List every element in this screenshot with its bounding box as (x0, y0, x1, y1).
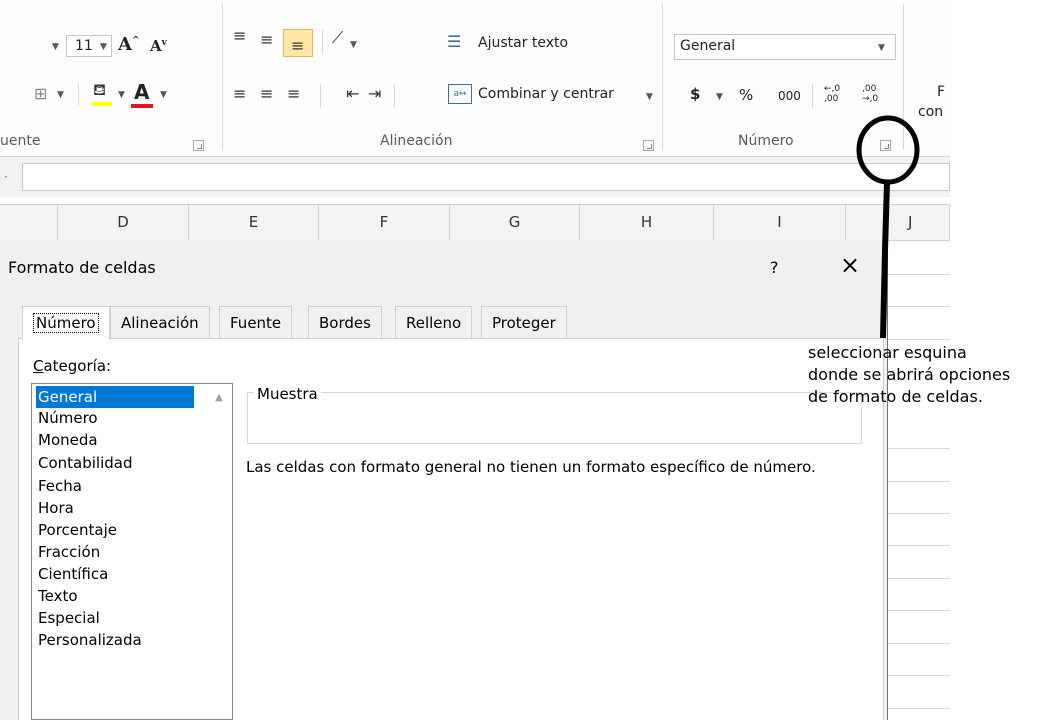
list-item[interactable]: Fracción (36, 541, 198, 563)
merge-center-icon: a↔ (448, 84, 472, 104)
align-middle-icon[interactable]: ≡ (260, 32, 273, 48)
annotation-line-1: seleccionar esquina (808, 343, 967, 362)
decrease-decimal-button[interactable]: ,00 →,0 (862, 84, 892, 104)
decrease-indent-icon[interactable]: ⇤ (346, 86, 359, 102)
list-item[interactable]: Personalizada (36, 629, 198, 651)
conditional-format-cutoff-1[interactable]: F (937, 84, 945, 100)
format-description: Las celdas con formato general no tienen… (246, 458, 816, 476)
formula-bar-handle: · (4, 170, 8, 184)
chevron-down-icon: ▼ (100, 42, 107, 52)
list-item[interactable]: Texto (36, 585, 198, 607)
sample-label: Muestra (254, 385, 321, 403)
chevron-down-icon[interactable]: ▼ (646, 92, 653, 102)
chevron-down-icon[interactable]: ▼ (118, 90, 125, 100)
currency-button[interactable]: $ (690, 85, 700, 103)
close-button[interactable]: × (840, 252, 860, 278)
font-size-select[interactable]: 11 ▼ (66, 35, 112, 57)
tab-proteger[interactable]: Proteger (481, 306, 567, 338)
chevron-down-icon[interactable]: ▼ (350, 40, 357, 50)
annotation-text: seleccionar esquina donde se abrirá opci… (808, 342, 1010, 408)
tab-fuente[interactable]: Fuente (219, 306, 293, 338)
list-item[interactable]: Porcentaje (36, 519, 198, 541)
column-header-i[interactable]: I (714, 205, 846, 240)
font-name-dropdown-arrow[interactable]: ▼ (52, 42, 59, 52)
chevron-down-icon: ▼ (878, 43, 885, 53)
percent-button[interactable]: % (739, 86, 753, 104)
align-center-icon[interactable]: ≡ (260, 86, 273, 102)
help-button[interactable]: ? (770, 258, 779, 277)
align-top-icon[interactable]: ≡ (233, 28, 246, 44)
dialog-title: Formato de celdas (8, 258, 156, 277)
borders-icon[interactable]: ⊞ (34, 86, 47, 102)
alignment-dialog-launcher[interactable] (643, 140, 654, 151)
number-group-label: Número (738, 133, 794, 149)
column-header-f[interactable]: F (319, 205, 450, 240)
formula-input[interactable] (22, 163, 950, 191)
fill-color-icon[interactable]: ⛾ (93, 82, 106, 98)
font-size-value: 11 (75, 38, 93, 54)
column-header-g[interactable]: G (450, 205, 580, 240)
shrink-font-button[interactable]: Av (150, 37, 167, 55)
merge-center-button[interactable]: Combinar y centrar (478, 86, 614, 102)
wrap-text-icon: ☰ (447, 32, 462, 51)
column-header-j[interactable]: J (846, 205, 950, 240)
column-header-h[interactable]: H (580, 205, 714, 240)
column-header-e[interactable]: E (189, 205, 319, 240)
list-item[interactable]: Científica (36, 563, 198, 585)
alignment-group-label: Alineación (380, 133, 453, 149)
conditional-format-cutoff-2[interactable]: con (918, 104, 943, 120)
tab-numero[interactable]: Número (22, 306, 110, 340)
grow-font-button[interactable]: A^ (118, 34, 140, 55)
orientation-icon[interactable]: ⟋ (332, 30, 343, 46)
align-bottom-icon: ≡ (291, 36, 305, 55)
annotation-line-3: de formato de celdas. (808, 387, 983, 406)
wrap-text-button[interactable]: Ajustar texto (478, 35, 568, 51)
font-color-swatch (131, 104, 153, 108)
tab-relleno[interactable]: Relleno (395, 306, 473, 338)
list-item[interactable]: Contabilidad (36, 452, 198, 474)
font-color-button[interactable]: A (134, 80, 149, 104)
list-item[interactable]: Especial (36, 607, 198, 629)
category-label: Categoría: (33, 357, 112, 375)
font-group-label: uente (0, 133, 41, 149)
sample-box (247, 392, 862, 444)
category-list[interactable]: General Número Moneda Contabilidad Fecha… (31, 383, 233, 720)
list-item[interactable]: Número (36, 407, 198, 429)
column-header-d[interactable]: D (58, 205, 189, 240)
list-item[interactable]: Fecha (36, 475, 198, 497)
number-format-select[interactable]: General ▼ (674, 34, 896, 60)
list-item[interactable]: General (36, 386, 194, 408)
scroll-up-arrow-icon[interactable]: ▲ (212, 392, 226, 406)
align-bottom-button[interactable]: ≡ (283, 29, 313, 57)
number-format-value: General (680, 38, 736, 54)
annotation-line-2: donde se abrirá opciones (808, 365, 1011, 384)
chevron-down-icon[interactable]: ▼ (57, 90, 64, 100)
list-item[interactable]: Moneda (36, 429, 198, 451)
align-right-icon[interactable]: ≡ (287, 86, 300, 102)
chevron-down-icon[interactable]: ▼ (160, 90, 167, 100)
ribbon: ▼ 11 ▼ A^ Av ⊞ ▼ ⛾ ▼ A ▼ uente ≡ ≡ ≡ ⟋ ▼… (0, 0, 950, 157)
increase-indent-icon[interactable]: ⇥ (368, 86, 381, 102)
thousands-button[interactable]: 000 (778, 89, 801, 103)
number-dialog-launcher[interactable] (880, 140, 891, 151)
list-item[interactable]: Hora (36, 497, 198, 519)
column-header-partial[interactable] (0, 205, 58, 240)
increase-decimal-button[interactable]: ←,0 ,00 (824, 84, 854, 104)
align-left-icon[interactable]: ≡ (233, 86, 246, 102)
column-headers: D E F G H I J (0, 204, 950, 241)
tab-alineacion[interactable]: Alineación (110, 306, 210, 338)
chevron-down-icon[interactable]: ▼ (716, 92, 723, 102)
tab-bordes[interactable]: Bordes (308, 306, 382, 338)
fill-color-swatch (92, 102, 112, 106)
font-dialog-launcher[interactable] (193, 140, 204, 151)
